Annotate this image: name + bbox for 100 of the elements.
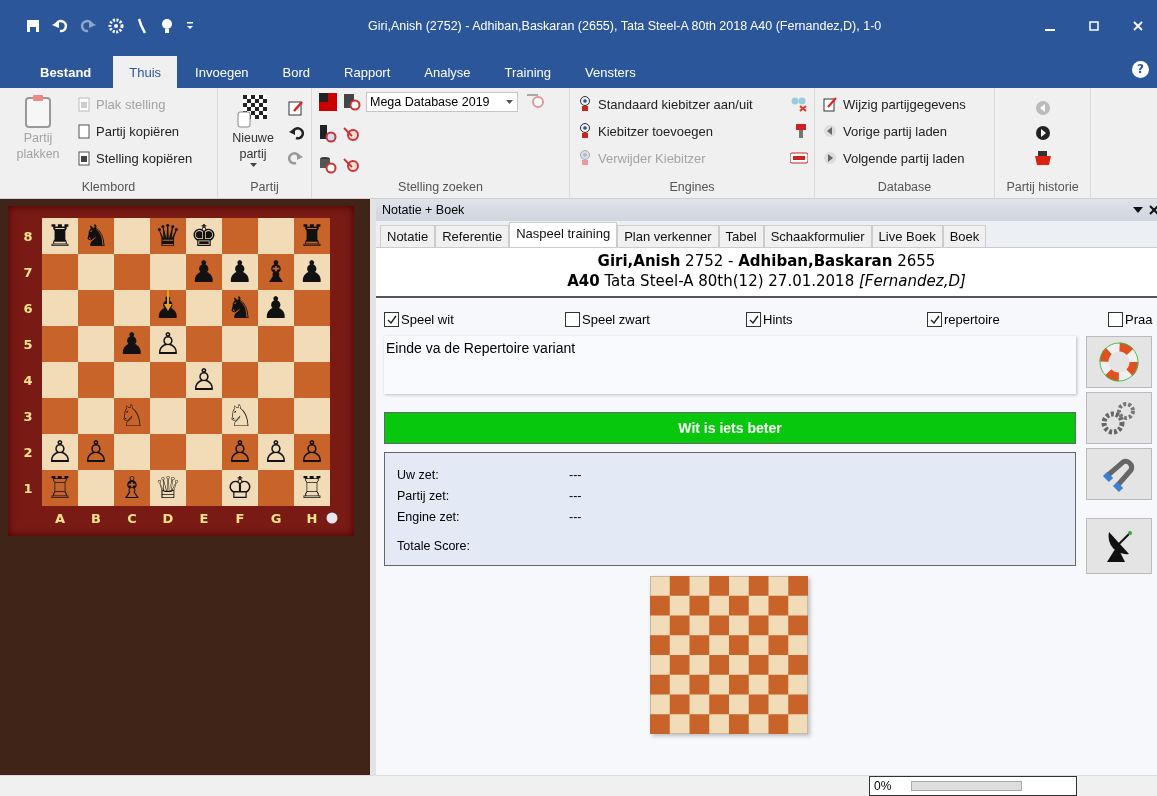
undo-icon[interactable] bbox=[288, 125, 304, 141]
redo-icon[interactable] bbox=[80, 19, 96, 33]
ribbon-button[interactable]: Partij kopiëren bbox=[76, 119, 195, 143]
board-square[interactable] bbox=[42, 254, 78, 290]
checkbox[interactable] bbox=[565, 312, 580, 327]
maximize-icon[interactable] bbox=[1089, 21, 1099, 31]
board-square[interactable] bbox=[186, 326, 222, 362]
board-square[interactable] bbox=[186, 398, 222, 434]
forward-icon[interactable] bbox=[1034, 125, 1051, 141]
ribbon-button[interactable]: Volgende partij laden bbox=[821, 146, 968, 170]
ribbon-button[interactable]: Standaard kiebitzer aan/uit bbox=[576, 92, 755, 116]
hint-button[interactable] bbox=[1086, 335, 1152, 388]
board-square[interactable] bbox=[78, 290, 114, 326]
ribbon-tab[interactable]: Thuis bbox=[113, 56, 178, 88]
ribbon-tab[interactable]: Invoegen bbox=[179, 56, 265, 88]
panel-tab[interactable]: Referentie bbox=[435, 225, 510, 247]
board-square[interactable] bbox=[78, 254, 114, 290]
board-square[interactable] bbox=[258, 218, 294, 254]
board-square[interactable] bbox=[186, 434, 222, 470]
board-square[interactable] bbox=[150, 254, 186, 290]
ribbon-button[interactable]: Stelling kopiëren bbox=[76, 146, 195, 170]
board-square[interactable] bbox=[114, 290, 150, 326]
board-square[interactable] bbox=[78, 398, 114, 434]
board-square[interactable] bbox=[78, 362, 114, 398]
panel-tab[interactable]: Live Boek bbox=[871, 225, 943, 247]
ribbon-tab[interactable]: Training bbox=[488, 56, 568, 88]
ribbon-tab[interactable]: Vensters bbox=[569, 56, 652, 88]
undo-icon[interactable] bbox=[52, 19, 68, 33]
panel-tab[interactable]: Plan verkenner bbox=[617, 225, 719, 247]
board-square[interactable] bbox=[78, 326, 114, 362]
close-icon[interactable] bbox=[1149, 205, 1157, 215]
save-icon[interactable] bbox=[26, 19, 40, 33]
edit-icon[interactable] bbox=[288, 100, 304, 116]
board-square[interactable] bbox=[222, 362, 258, 398]
board-search-icon[interactable] bbox=[318, 92, 338, 112]
gear-icon[interactable] bbox=[108, 18, 124, 34]
board-square[interactable] bbox=[78, 470, 114, 506]
board-square[interactable] bbox=[114, 254, 150, 290]
magnet-button[interactable] bbox=[1086, 447, 1152, 500]
board-square[interactable] bbox=[258, 326, 294, 362]
board-square[interactable] bbox=[42, 398, 78, 434]
new-game-button[interactable]: Nieuwe partij bbox=[224, 92, 282, 180]
checkbox[interactable] bbox=[384, 312, 399, 327]
engine-button[interactable] bbox=[1086, 391, 1152, 444]
database-search-icon[interactable] bbox=[318, 155, 338, 176]
checkbox-label[interactable]: Hints bbox=[763, 312, 793, 327]
file-tab[interactable]: Bestand bbox=[20, 56, 112, 88]
board-square[interactable] bbox=[42, 362, 78, 398]
board-square[interactable] bbox=[294, 398, 330, 434]
board-square[interactable] bbox=[186, 290, 222, 326]
checkbox[interactable] bbox=[927, 312, 942, 327]
board-square[interactable] bbox=[294, 362, 330, 398]
board-square[interactable] bbox=[294, 290, 330, 326]
panel-tab[interactable]: Naspeel training bbox=[509, 222, 618, 247]
ribbon-tab[interactable]: Rapport bbox=[328, 56, 407, 88]
checkbox[interactable] bbox=[746, 312, 761, 327]
help-button[interactable]: ? bbox=[1132, 61, 1149, 78]
back-icon[interactable] bbox=[1034, 100, 1051, 116]
engines-icon[interactable] bbox=[790, 96, 808, 112]
search-icon[interactable] bbox=[526, 92, 546, 110]
ribbon-button[interactable]: Kiebitzer toevoegen bbox=[576, 119, 715, 143]
checkbox-label[interactable]: Praa bbox=[1125, 312, 1153, 327]
board-square[interactable] bbox=[114, 434, 150, 470]
board-square[interactable] bbox=[222, 218, 258, 254]
panel-tab[interactable]: Notatie bbox=[380, 225, 436, 247]
board-square[interactable] bbox=[186, 470, 222, 506]
uci-icon[interactable] bbox=[790, 152, 808, 164]
checkbox-label[interactable]: Speel wit bbox=[401, 312, 454, 327]
board-square[interactable] bbox=[150, 398, 186, 434]
redo-icon[interactable] bbox=[288, 150, 304, 166]
checkbox[interactable] bbox=[1108, 312, 1123, 327]
panel-tab[interactable]: Schaakformulier bbox=[763, 225, 872, 247]
board-square[interactable] bbox=[114, 218, 150, 254]
board-square[interactable] bbox=[150, 362, 186, 398]
board-square[interactable] bbox=[114, 362, 150, 398]
board-square[interactable] bbox=[258, 470, 294, 506]
board-square[interactable] bbox=[258, 362, 294, 398]
panel-tab[interactable]: Boek bbox=[942, 225, 987, 247]
board-square[interactable] bbox=[150, 434, 186, 470]
board-square[interactable] bbox=[42, 326, 78, 362]
phone-search-icon[interactable] bbox=[318, 123, 338, 144]
board-square[interactable] bbox=[258, 398, 294, 434]
lightbulb-icon[interactable] bbox=[160, 18, 174, 34]
ribbon-button[interactable]: Vorige partij laden bbox=[821, 119, 968, 143]
page-icon bbox=[78, 123, 90, 139]
database-dropdown[interactable]: Mega Database 2019 bbox=[366, 92, 518, 112]
broadcast-button[interactable] bbox=[1086, 517, 1152, 574]
board-square[interactable] bbox=[42, 290, 78, 326]
database-search-icon[interactable] bbox=[342, 92, 362, 112]
ribbon-tab[interactable]: Bord bbox=[266, 56, 327, 88]
ribbon-tab[interactable]: Analyse bbox=[408, 56, 487, 88]
board-square[interactable] bbox=[294, 326, 330, 362]
folder-icon[interactable] bbox=[1033, 150, 1052, 166]
board-square[interactable] bbox=[222, 326, 258, 362]
ribbon-button[interactable]: Wijzig partijgegevens bbox=[821, 92, 968, 116]
panel-tab[interactable]: Tabel bbox=[718, 225, 764, 247]
checkbox-label[interactable]: Speel zwart bbox=[582, 312, 650, 327]
checkbox-label[interactable]: repertoire bbox=[944, 312, 1000, 327]
dropdown-icon[interactable] bbox=[186, 21, 194, 31]
dropdown-icon[interactable] bbox=[1133, 206, 1143, 214]
